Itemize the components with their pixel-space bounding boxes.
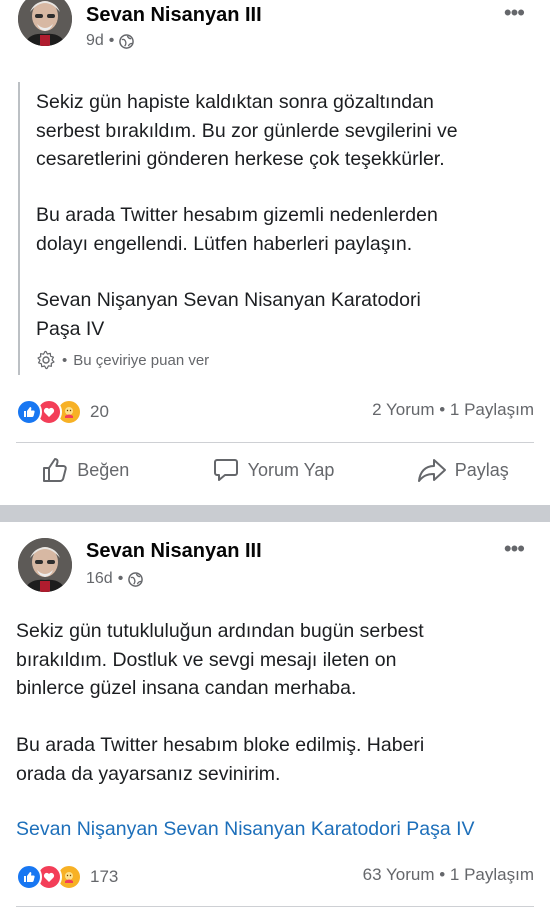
feed-separator (0, 505, 550, 522)
translation-rating[interactable]: • Bu çeviriye puan ver (36, 350, 209, 370)
post-text-paragraph: Sekiz gün tutukluluğun ardından bugün se… (16, 620, 424, 699)
share-button[interactable]: Paylaş (417, 456, 509, 484)
post-text-paragraph: Sekiz gün hapiste kaldıktan sonra gözalt… (36, 91, 458, 170)
post-time[interactable]: 9d (86, 32, 104, 50)
comments-count[interactable]: 63 Yorum (363, 865, 435, 884)
meta-separator: • (439, 865, 446, 884)
post-1: Sevan Nisanyan III 9d • ••• Sekiz gün ha… (0, 0, 550, 505)
more-options-icon[interactable]: ••• (504, 0, 525, 26)
post-stats: 63 Yorum • 1 Paylaşım (363, 865, 534, 885)
translation-rating-label[interactable]: Bu çeviriye puan ver (73, 352, 209, 369)
meta-separator: • (62, 351, 68, 369)
like-label: Beğen (77, 459, 130, 480)
post-text-paragraph: Bu arada Twitter hesabım gizemli nedenle… (36, 204, 438, 255)
post-stats: 2 Yorum • 1 Paylaşım (372, 400, 534, 420)
meta-separator: • (117, 570, 124, 587)
meta-separator: • (108, 32, 115, 49)
reaction-count: 173 (90, 867, 119, 886)
globe-icon (119, 33, 135, 49)
shares-count[interactable]: 1 Paylaşım (450, 865, 534, 884)
like-button[interactable]: Beğen (41, 456, 129, 484)
post-meta: 16d • (86, 570, 144, 588)
divider (16, 442, 534, 443)
like-reaction-icon (16, 399, 42, 425)
comment-icon (213, 459, 238, 481)
shares-count[interactable]: 1 Paylaşım (450, 400, 534, 419)
avatar[interactable] (18, 538, 72, 592)
share-icon (417, 459, 446, 482)
post-author[interactable]: Sevan Nisanyan III (86, 540, 262, 563)
avatar[interactable] (18, 0, 72, 46)
like-reaction-icon (16, 864, 42, 890)
post-text-paragraph: Sevan Nişanyan Sevan Nisanyan Karatodori… (36, 289, 421, 340)
reaction-summary[interactable]: 20 (16, 399, 109, 425)
more-options-icon[interactable]: ••• (504, 536, 525, 562)
divider (16, 906, 534, 907)
comment-button[interactable]: Yorum Yap (212, 456, 335, 484)
reaction-summary[interactable]: 173 (16, 864, 118, 890)
translation-quote-bar (18, 82, 20, 375)
gear-icon (37, 350, 55, 370)
meta-separator: • (439, 400, 446, 419)
profile-link[interactable]: Sevan Nişanyan Sevan Nisanyan Karatodori… (16, 818, 475, 841)
post-actions: Beğen Yorum Yap Paylaş (0, 456, 550, 484)
thumbs-up-icon (43, 458, 67, 482)
post-meta: 9d • (86, 32, 135, 50)
post-author[interactable]: Sevan Nisanyan III (86, 4, 262, 27)
post-time[interactable]: 16d (86, 570, 113, 588)
comment-label: Yorum Yap (247, 459, 335, 480)
reaction-count: 20 (90, 402, 109, 421)
share-label: Paylaş (454, 459, 509, 480)
globe-icon (128, 571, 144, 587)
comments-count[interactable]: 2 Yorum (372, 400, 434, 419)
post-text-paragraph: Bu arada Twitter hesabım bloke edilmiş. … (16, 734, 425, 785)
